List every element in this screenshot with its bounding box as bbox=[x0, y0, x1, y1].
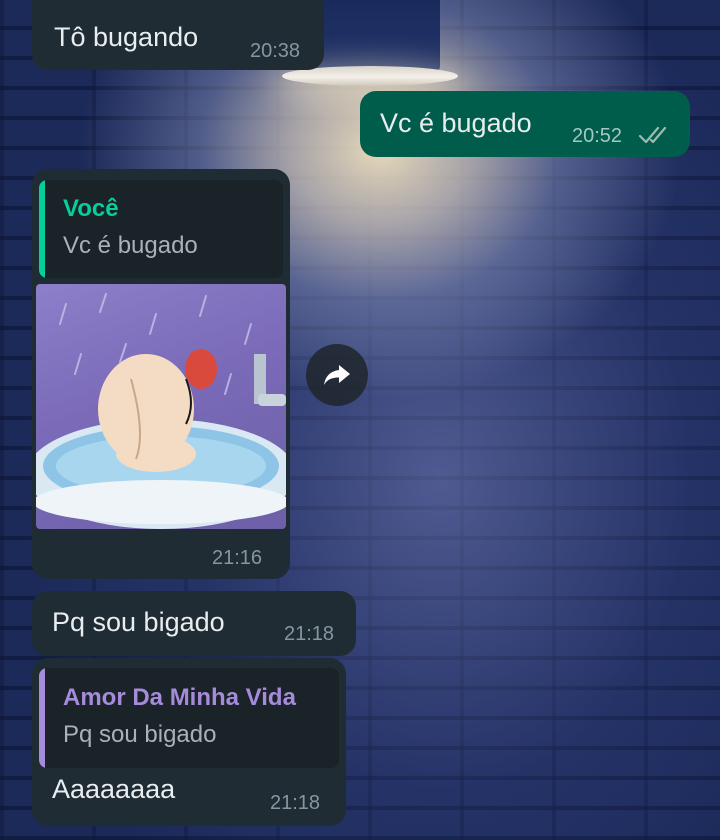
message-text: Tô bugando bbox=[54, 22, 199, 52]
message-text: Pq sou bigado bbox=[52, 607, 225, 637]
message-bubble-outgoing[interactable]: Vc é bugado 20:52 bbox=[360, 91, 690, 157]
quote-text: Vc é bugado bbox=[63, 232, 198, 259]
cartoon-image-graphic bbox=[36, 293, 286, 529]
message-bubble-incoming-image[interactable]: Você Vc é bugado 21:16 bbox=[32, 169, 290, 579]
message-bubble-incoming[interactable]: Pq sou bigado 21:18 bbox=[32, 591, 356, 656]
message-time: 21:18 bbox=[284, 623, 335, 645]
quote-text: Pq sou bigado bbox=[63, 721, 217, 748]
quote-accent-bar bbox=[39, 668, 45, 768]
message-bubble-incoming-reply[interactable]: Amor Da Minha Vida Pq sou bigado Aaaaaaa… bbox=[32, 658, 346, 826]
message-bubble-incoming[interactable]: Tô bugando 20:38 bbox=[32, 0, 324, 70]
double-check-icon bbox=[638, 126, 667, 144]
forward-arrow-icon bbox=[324, 365, 350, 385]
quoted-message[interactable]: Você Vc é bugado bbox=[39, 180, 283, 278]
message-time: 20:52 bbox=[572, 125, 623, 147]
message-text: Vc é bugado bbox=[380, 108, 532, 138]
quoted-message[interactable]: Amor Da Minha Vida Pq sou bigado bbox=[39, 668, 339, 768]
message-time: 21:18 bbox=[270, 792, 321, 814]
message-text: Aaaaaaaa bbox=[52, 774, 176, 804]
quote-author: Você bbox=[63, 195, 119, 222]
message-time: 20:38 bbox=[250, 40, 301, 62]
quote-accent-bar bbox=[39, 180, 45, 278]
quote-author: Amor Da Minha Vida bbox=[63, 684, 296, 711]
forward-button[interactable] bbox=[306, 344, 368, 406]
message-time: 21:16 bbox=[212, 547, 263, 569]
message-image[interactable] bbox=[36, 284, 286, 529]
